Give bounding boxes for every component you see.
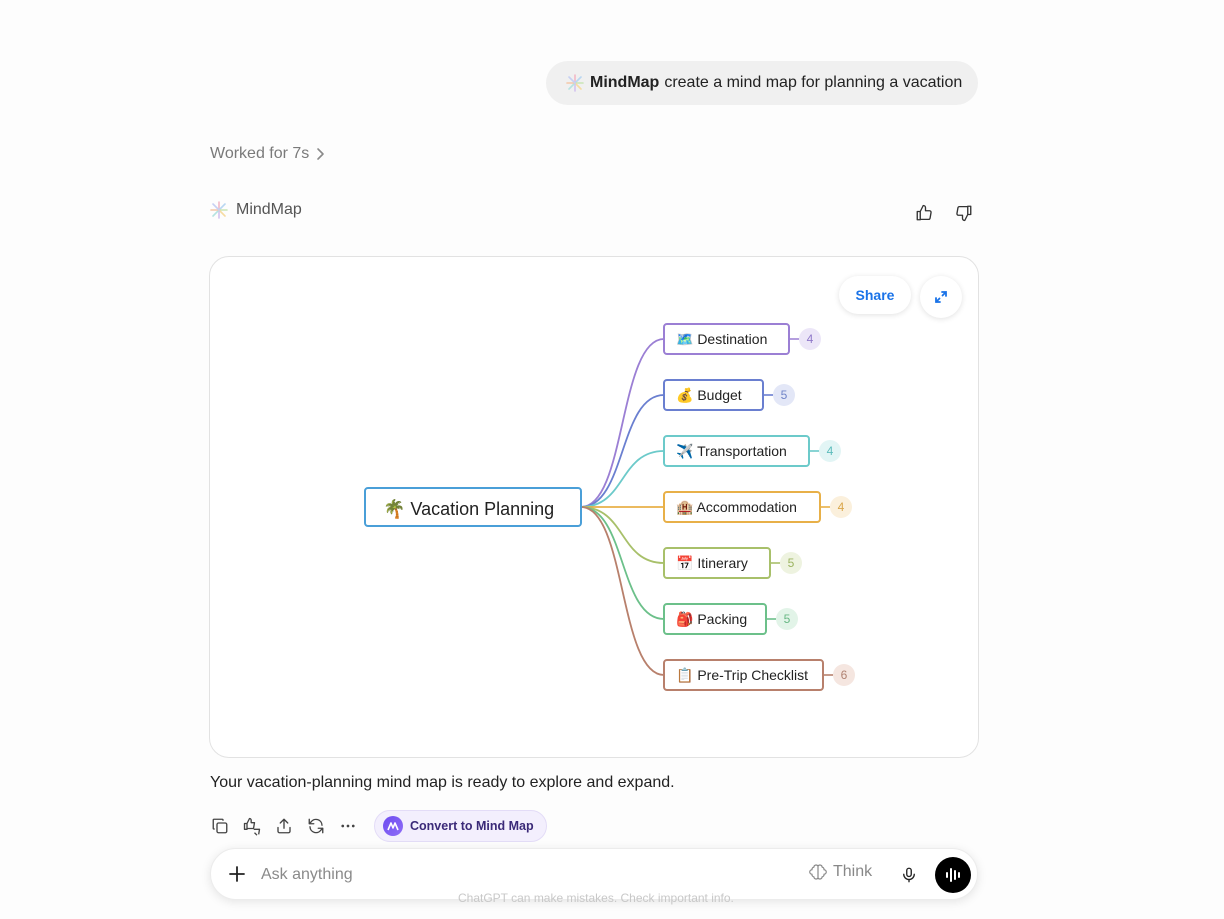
root-node[interactable]: 🌴 Vacation Planning: [364, 487, 582, 527]
more-options-button[interactable]: [336, 811, 360, 841]
message-actions: Convert to Mind Map: [208, 810, 547, 842]
think-button[interactable]: Think: [809, 863, 872, 881]
thumbs-up-icon: [916, 204, 932, 221]
branch-child-count: 5: [781, 388, 788, 402]
branch-node-label: 🏨 Accommodation: [676, 499, 797, 516]
branch-node-label: ✈️ Transportation: [676, 442, 787, 460]
branch-child-count: 6: [841, 668, 848, 682]
expand-button[interactable]: [920, 276, 962, 318]
chat-input[interactable]: [261, 861, 781, 889]
branch-node-label: 🎒 Packing: [676, 611, 747, 628]
branch-connector: [580, 506, 665, 564]
branch-child-count: 5: [788, 556, 795, 570]
assistant-app-name: MindMap: [236, 201, 302, 218]
root-node-label: 🌴 Vacation Planning: [383, 498, 554, 519]
brain-icon: [809, 864, 827, 880]
thumbs-down-icon: [956, 205, 972, 222]
branch-connector: [580, 394, 665, 508]
user-message-app-name: MindMap: [590, 74, 660, 91]
microphone-icon: [903, 867, 915, 883]
expand-icon: [935, 291, 947, 303]
assistant-summary-text: Your vacation-planning mind map is ready…: [210, 774, 675, 791]
assistant-app-header: MindMap: [210, 201, 302, 219]
branch-node[interactable]: 🏨 Accommodation 4: [663, 491, 852, 523]
user-message-text: create a mind map for planning a vacatio…: [664, 74, 963, 91]
thumbs-down-button[interactable]: [952, 201, 976, 225]
branch-node-label: 📋 Pre-Trip Checklist: [676, 667, 808, 684]
worked-for-label: Worked for 7s: [210, 145, 310, 162]
feedback-button[interactable]: [240, 811, 264, 841]
thumbs-up-down-icon: [243, 817, 261, 836]
branch-connector: [580, 506, 665, 620]
share-message-button[interactable]: [272, 811, 296, 841]
dictate-button[interactable]: [897, 863, 921, 887]
disclaimer-text: ChatGPT can make mistakes. Check importa…: [458, 891, 734, 905]
chevron-right-icon: [317, 148, 325, 160]
branch-child-count: 4: [827, 444, 834, 458]
branch-node[interactable]: 📅 Itinerary 5: [663, 547, 802, 579]
branch-node[interactable]: 🎒 Packing 5: [663, 603, 798, 635]
audio-waveform-icon: [946, 868, 960, 882]
branch-child-count: 4: [838, 500, 845, 514]
upload-icon: [277, 818, 291, 834]
branch-child-count: 5: [784, 612, 791, 626]
mindmap-card: 🌴 Vacation Planning 🗺️ Destination 4 💰 Budg…: [209, 256, 979, 758]
branch-node[interactable]: 💰 Budget 5: [663, 379, 795, 411]
think-label: Think: [833, 863, 873, 880]
add-attachment-button[interactable]: [225, 862, 249, 886]
convert-button-label: Convert to Mind Map: [410, 819, 534, 833]
chat-page: MindMap create a mind map for planning a…: [0, 0, 1224, 919]
worked-for-toggle[interactable]: Worked for 7s: [210, 145, 325, 163]
refresh-icon: [308, 818, 324, 834]
mindmap-app-icon: [566, 74, 584, 92]
copy-button[interactable]: [208, 811, 232, 841]
mindmap-logo-icon: [383, 816, 403, 836]
branch-node[interactable]: 📋 Pre-Trip Checklist 6: [663, 659, 855, 691]
share-button[interactable]: Share: [839, 276, 911, 314]
convert-to-mindmap-button[interactable]: Convert to Mind Map: [374, 810, 547, 842]
branch-connector: [580, 450, 665, 508]
more-horizontal-icon: [341, 824, 355, 828]
mindmap-canvas[interactable]: 🌴 Vacation Planning 🗺️ Destination 4 💰 Budg…: [210, 257, 979, 758]
branch-child-count: 4: [807, 332, 814, 346]
branch-connector: [580, 338, 665, 508]
voice-mode-button[interactable]: [935, 857, 971, 893]
branch-node-label: 📅 Itinerary: [676, 555, 748, 571]
branch-node-label: 💰 Budget: [676, 387, 742, 404]
user-message-bubble: MindMap create a mind map for planning a…: [546, 61, 978, 105]
plus-icon: [229, 866, 245, 882]
regenerate-button[interactable]: [304, 811, 328, 841]
thumbs-up-button[interactable]: [912, 201, 936, 225]
branch-node-label: 🗺️ Destination: [676, 331, 767, 347]
branch-node[interactable]: ✈️ Transportation 4: [663, 435, 841, 467]
copy-icon: [212, 818, 228, 834]
mindmap-app-icon: [210, 201, 228, 219]
branch-connector: [580, 506, 665, 676]
branch-node[interactable]: 🗺️ Destination 4: [663, 323, 821, 355]
